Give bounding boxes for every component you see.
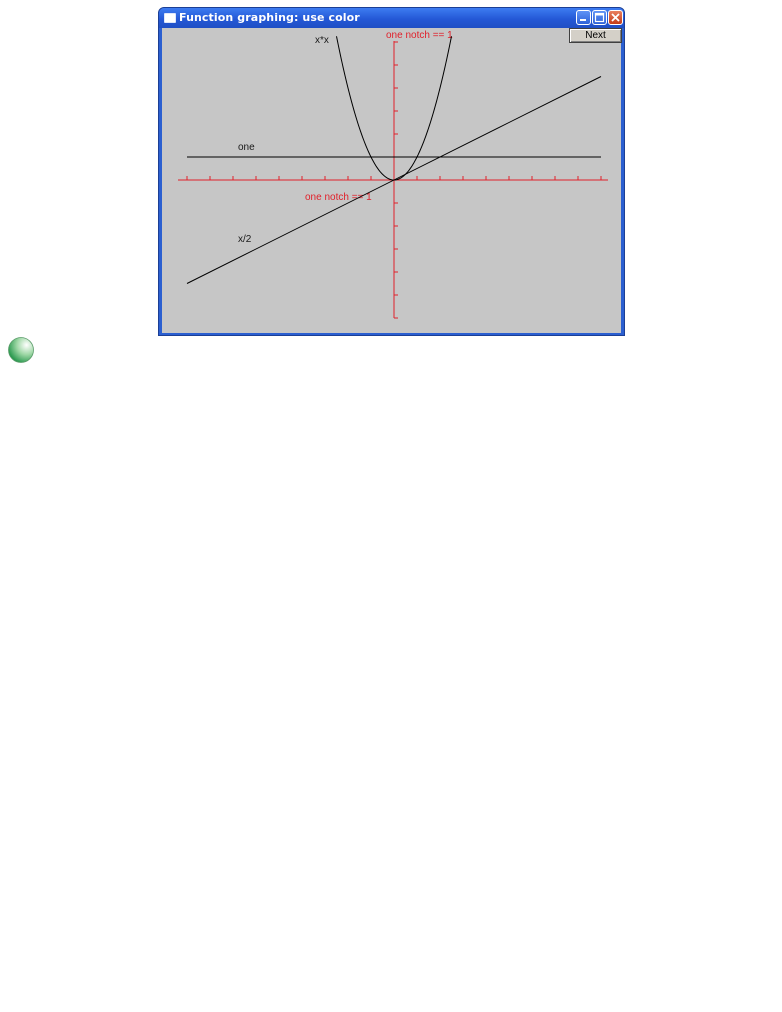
app-window: Function graphing: use color one notch =… [158,7,625,336]
minimize-button[interactable] [576,10,591,25]
title-bar[interactable]: Function graphing: use color [159,8,624,28]
y-axis-label: one notch == 1 [386,30,453,41]
function-label: x*x [315,35,329,46]
maximize-icon [594,12,605,23]
close-button[interactable] [608,10,623,25]
graph-canvas-area: one notch == 1 one notch == 1 one x/2 x*x Ne… [162,28,622,333]
function-label: one [238,142,255,153]
green-bullet-icon [8,337,34,363]
function-graph: one notch == 1 one notch == 1 one x/2 x*x [178,30,608,319]
window-icon [164,13,176,23]
function-label: x/2 [238,234,252,245]
minimize-icon [580,19,586,21]
close-icon [611,13,620,22]
window-title: Function graphing: use color [179,11,360,24]
x-axis-label: one notch == 1 [305,192,372,203]
maximize-button[interactable] [592,10,607,25]
next-button[interactable]: Next [569,28,622,43]
